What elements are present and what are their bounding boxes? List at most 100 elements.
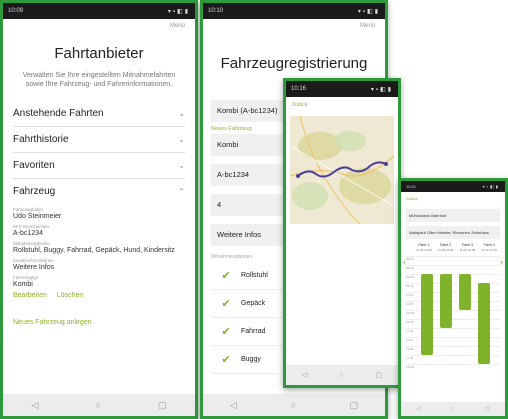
status-icons: ▾▪◧▮ — [167, 8, 190, 15]
time-label: 10:45 — [406, 320, 414, 324]
trip-bar[interactable] — [478, 283, 490, 364]
android-nav-bar: ◁ ○ ▢ — [286, 365, 398, 385]
status-time: 10:09 — [8, 8, 24, 14]
trip-bar[interactable] — [440, 274, 452, 328]
time-label: 09:15 — [406, 266, 414, 270]
from-field[interactable]: Mühlackeck Bahnhof — [406, 209, 500, 222]
check-icon: ✔ — [221, 270, 231, 282]
trip-info: 11.04 10.55 — [481, 248, 497, 252]
status-time: 10:21 — [406, 184, 417, 189]
field-value: Udo Steinmeier — [13, 213, 62, 220]
field-value: Weitere Infos — [13, 264, 55, 271]
field-value: Kombi — [13, 281, 33, 288]
time-label: 10:30 — [406, 311, 414, 315]
status-bar: 10:21 ▾▪◧▮ — [401, 181, 505, 192]
to-field[interactable]: Waldpark Olten Meister, Ebrunnen Zahnhau… — [406, 226, 500, 239]
status-bar: 10:10 ▾▪◧▮ — [203, 3, 385, 19]
page-description: Verwalten Sie Ihre eingestellten Mitnahm… — [22, 72, 176, 88]
field-extra-info: Zusatzinformationen Weitere Infos — [13, 255, 185, 272]
trip-headers: Fahrt 1 Fahrt 2 Fahrt 3 Fahrt 4 — [413, 243, 500, 247]
time-label: 11:45 — [406, 356, 414, 360]
trip-info: 11.06 10.58 — [459, 248, 476, 252]
trip-label[interactable]: Fahrt 3 — [457, 243, 479, 247]
time-row: 12:00 — [406, 364, 500, 374]
back-icon[interactable]: ◁ — [416, 406, 420, 412]
recents-icon[interactable]: ▢ — [375, 371, 382, 379]
new-vehicle-link[interactable]: Neues Fahrzeug anlegen — [13, 319, 185, 326]
status-time: 10:10 — [208, 8, 224, 14]
time-label: 11:15 — [406, 338, 414, 342]
map-graphic — [289, 115, 395, 225]
time-label: 09:45 — [406, 284, 414, 288]
next-arrow-icon[interactable]: › — [500, 257, 503, 267]
status-icons: ▾▪◧▮ — [482, 184, 500, 189]
time-label: 11:30 — [406, 347, 414, 351]
page-title: Fahrtanbieter — [54, 45, 144, 62]
home-icon[interactable]: ○ — [451, 406, 454, 412]
delete-link[interactable]: Löschen — [57, 292, 83, 299]
trip-label[interactable]: Fahrt 1 — [413, 243, 435, 247]
status-icons: ▾▪◧▮ — [357, 8, 380, 15]
edit-link[interactable]: Bearbeiten — [13, 292, 47, 299]
home-icon[interactable]: ○ — [95, 400, 100, 410]
option-label: Gepäck — [241, 300, 266, 307]
status-time: 10:16 — [291, 86, 307, 92]
chevron-down-icon: ⌄ — [178, 135, 185, 144]
trip-label[interactable]: Fahrt 4 — [478, 243, 500, 247]
home-icon[interactable]: ○ — [339, 372, 343, 379]
option-label: Fahrrad — [241, 328, 266, 335]
section-label: Fahrthistorie — [13, 134, 69, 145]
check-icon: ✔ — [221, 354, 231, 366]
trip-info: 11.06 10.56 — [437, 248, 454, 252]
field-value: A-bc1234 — [13, 230, 43, 237]
time-label: 09:00 — [406, 257, 414, 261]
recents-icon[interactable]: ▢ — [158, 400, 167, 411]
section-label: Anstehende Fahrten — [13, 108, 104, 119]
section-vehicle[interactable]: Fahrzeug ⌃ — [13, 179, 185, 204]
trip-info: 11.05 10.55 — [416, 248, 432, 252]
phone-map: 10:16 ▾▪◧▮ Zurück ◁ ○ ▢ — [283, 78, 401, 388]
recents-icon[interactable]: ▢ — [350, 400, 359, 411]
menu-link[interactable]: Menü — [203, 19, 385, 29]
chevron-down-icon: ⌄ — [178, 161, 185, 170]
option-label: Buggy — [241, 356, 261, 363]
menu-link[interactable]: Menü — [3, 19, 195, 29]
trip-label[interactable]: Fahrt 2 — [435, 243, 457, 247]
status-bar: 10:09 ▾▪◧▮ — [3, 3, 195, 19]
section-label: Fahrzeug — [13, 186, 56, 197]
section-label: Favoriten — [13, 160, 55, 171]
trip-infos: 11.05 10.55 11.06 10.56 11.06 10.58 11.0… — [413, 248, 500, 252]
back-link[interactable]: Zurück — [286, 97, 398, 108]
back-icon[interactable]: ◁ — [32, 400, 39, 411]
field-value: Rollstuhl, Buggy, Fahrrad, Gepäck, Hund,… — [13, 247, 175, 254]
back-link[interactable]: Zurück — [401, 192, 505, 201]
status-bar: 10:16 ▾▪◧▮ — [286, 81, 398, 97]
back-icon[interactable]: ◁ — [230, 400, 237, 411]
time-label: 10:00 — [406, 293, 414, 297]
time-label: 09:30 — [406, 275, 414, 279]
section-trip-history[interactable]: Fahrthistorie ⌄ — [13, 127, 185, 153]
phone-fahrtanbieter: 10:09 ▾▪◧▮ Menü Fahrtanbieter Verwalten … — [0, 0, 198, 419]
section-upcoming-trips[interactable]: Anstehende Fahrten ⌄ — [13, 101, 185, 127]
recents-icon[interactable]: ▢ — [485, 406, 490, 412]
trip-bar[interactable] — [421, 274, 433, 355]
android-nav-bar: ◁ ○ ▢ — [3, 394, 195, 416]
section-favorites[interactable]: Favoriten ⌄ — [13, 153, 185, 179]
trip-bar[interactable] — [459, 274, 471, 310]
field-vehicle-type: Fahrzeugtyp Kombi — [13, 272, 185, 289]
page-title: Fahrzeugregistrierung — [220, 55, 368, 72]
time-label: 12:00 — [406, 365, 414, 369]
route-map[interactable] — [289, 115, 395, 225]
android-nav-bar: ◁ ○ ▢ — [401, 402, 505, 416]
phone-timetable: 10:21 ▾▪◧▮ Zurück Mühlackeck Bahnhof Wal… — [398, 178, 508, 419]
check-icon: ✔ — [221, 326, 231, 338]
android-nav-bar: ◁ ○ ▢ — [203, 394, 385, 416]
status-icons: ▾▪◧▮ — [370, 86, 393, 93]
field-options: Mitnahmeoptionen Rollstuhl, Buggy, Fahrra… — [13, 238, 185, 255]
time-label: 10:15 — [406, 302, 414, 306]
timetable-grid: 09:00 09:15 09:30 09:45 10:00 10:15 10:30 10:45… — [406, 256, 500, 376]
field-owner: Fahrzeughalter Udo Steinmeier — [13, 204, 185, 221]
back-icon[interactable]: ◁ — [302, 371, 307, 379]
home-icon[interactable]: ○ — [290, 400, 295, 410]
option-label: Rollstuhl — [241, 272, 268, 279]
